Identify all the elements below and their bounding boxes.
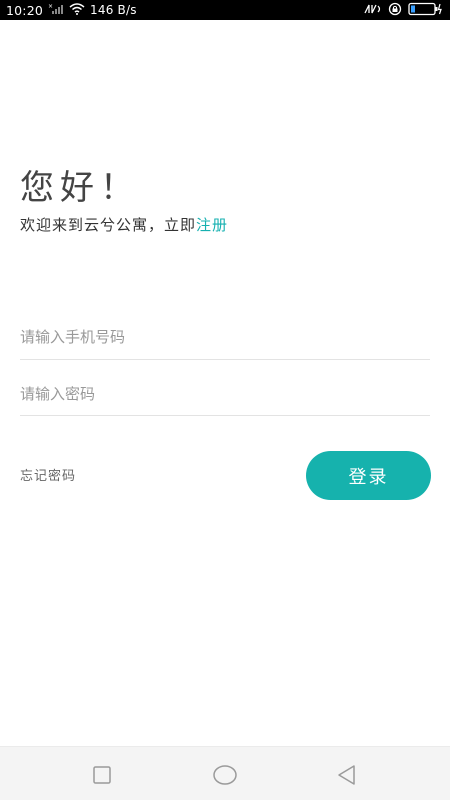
navigation-bar [0, 746, 450, 800]
home-icon [213, 765, 237, 785]
home-button[interactable] [211, 761, 239, 789]
login-button[interactable]: 登录 [306, 451, 431, 500]
back-button[interactable] [333, 761, 361, 789]
back-icon [338, 765, 355, 785]
alarm-icon [388, 2, 402, 19]
network-speed: 146 B/s [90, 3, 137, 17]
register-link[interactable]: 注册 [196, 216, 228, 234]
forgot-password-link[interactable]: 忘记密码 [20, 465, 76, 484]
wifi-icon [69, 2, 85, 18]
password-input[interactable] [20, 372, 430, 416]
recent-apps-button[interactable] [88, 761, 116, 789]
svg-text:×: × [48, 3, 53, 10]
welcome-prefix: 欢迎来到云兮公寓，立即 [20, 216, 197, 234]
recent-apps-icon [93, 766, 111, 784]
status-bar: 10:20 × 146 B/s [0, 0, 450, 20]
welcome-text: 欢迎来到云兮公寓，立即注册 [20, 214, 228, 236]
signal-icon: × [48, 3, 64, 18]
status-right [364, 2, 444, 19]
nfc-icon [364, 3, 382, 18]
status-left: 10:20 × 146 B/s [6, 3, 137, 18]
battery-icon [408, 2, 444, 19]
status-time: 10:20 [6, 2, 44, 18]
greeting-title: 您好！ [20, 168, 140, 208]
phone-input[interactable] [20, 314, 430, 360]
